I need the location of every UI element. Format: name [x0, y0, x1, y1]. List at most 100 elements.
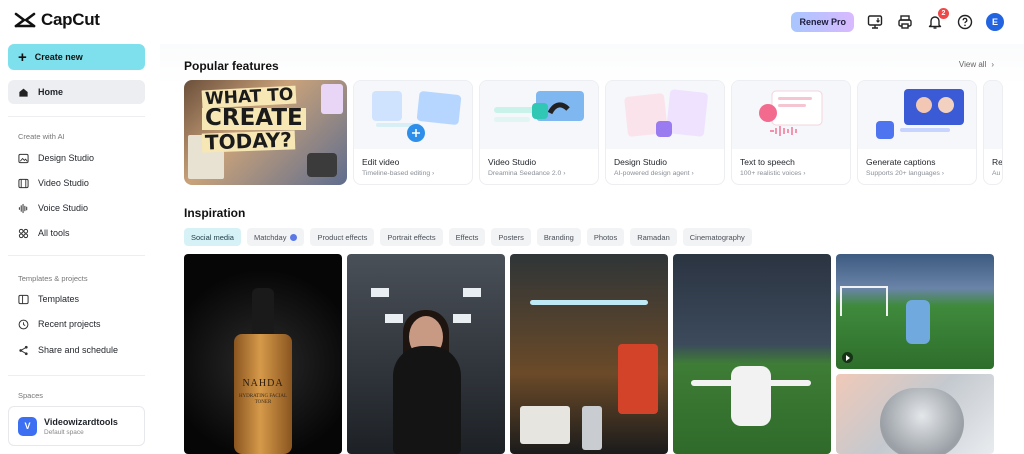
chip-product-effects[interactable]: Product effects [310, 228, 375, 246]
feature-card-partial[interactable]: Re Au [983, 80, 1003, 185]
sidebar-item-design-studio[interactable]: Design Studio [8, 147, 145, 169]
feature-name: Re [992, 157, 1003, 167]
sidebar-item-share-schedule[interactable]: Share and schedule [8, 339, 145, 361]
view-all-link[interactable]: View all › [959, 60, 994, 69]
player [691, 366, 811, 426]
divider [8, 116, 145, 117]
inspiration-tile-locker-room[interactable] [510, 254, 668, 454]
feature-subtitle: Supports 20+ languages › [866, 170, 945, 177]
generate-captions-illustration [858, 81, 976, 149]
can-top [880, 388, 964, 454]
help-icon[interactable] [956, 13, 974, 31]
player-arm [765, 380, 811, 386]
space-card[interactable]: V Videowizardtools Default space [8, 406, 145, 446]
feature-card-text-to-speech[interactable]: Text to speech 100+ realistic voices › [731, 80, 851, 185]
user-avatar[interactable]: E [986, 13, 1004, 31]
feature-card-edit-video[interactable]: Edit video Timeline-based editing › [353, 80, 473, 185]
chip-posters[interactable]: Posters [491, 228, 531, 246]
sidebar-item-label: Recent projects [38, 319, 101, 329]
inspiration-tile-goalkeeper[interactable] [836, 254, 994, 369]
section-title-create-with-ai: Create with AI [18, 132, 65, 141]
chip-effects[interactable]: Effects [448, 228, 486, 246]
sidebar-item-label: Design Studio [38, 153, 95, 163]
feature-subtitle: Timeline-based editing › [362, 170, 435, 177]
chip-social-media[interactable]: Social media [184, 228, 241, 246]
feature-subtitle: 100+ realistic voices › [740, 170, 806, 177]
towels [520, 406, 570, 444]
bottle-subtitle: HYDRATING FACIAL TONER [238, 394, 288, 405]
film-icon [18, 178, 29, 188]
banner-line-1: WHAT TO [201, 85, 297, 109]
edit-video-illustration [354, 81, 472, 149]
create-new-button[interactable]: + Create new [8, 44, 145, 70]
space-name: Videowizardtools [44, 416, 118, 427]
person-suit [393, 346, 461, 454]
sidebar-item-recent-projects[interactable]: Recent projects [8, 313, 145, 335]
inspiration-tile-football-celebration[interactable] [673, 254, 831, 454]
text-to-speech-illustration [732, 81, 850, 149]
sidebar-item-label: All tools [38, 228, 70, 238]
sidebar-item-video-studio[interactable]: Video Studio [8, 172, 145, 194]
matchday-badge-icon [290, 233, 298, 241]
sidebar-item-label: Home [38, 87, 64, 97]
printer-icon[interactable] [896, 13, 914, 31]
bottle-dropper [252, 288, 274, 338]
sidebar-item-label: Video Studio [38, 178, 89, 188]
sidebar-item-voice-studio[interactable]: Voice Studio [8, 197, 145, 219]
feature-name: Generate captions [866, 157, 936, 167]
feature-carousel: WHAT TO CREATE TODAY? Edit video Timelin… [184, 80, 1003, 185]
sidebar-item-label: Voice Studio [38, 203, 89, 213]
goal-frame [840, 286, 888, 316]
template-icon [18, 294, 29, 304]
feature-card-design-studio[interactable]: Design Studio AI-powered design agent › [605, 80, 725, 185]
design-studio-illustration [606, 81, 724, 149]
feature-card-video-studio[interactable]: Video Studio Dreamina Seedance 2.0 › [479, 80, 599, 185]
ceiling-light [371, 288, 389, 297]
feature-name: Edit video [362, 157, 400, 167]
feature-name: Design Studio [614, 157, 667, 167]
banner-headline: WHAT TO CREATE TODAY? [201, 85, 332, 154]
plus-icon: + [18, 48, 27, 66]
feature-card-generate-captions[interactable]: Generate captions Supports 20+ languages… [857, 80, 977, 185]
sidebar: + Create new Home Create with AI Design … [0, 44, 160, 451]
divider [8, 375, 145, 376]
clock-icon [18, 319, 29, 329]
chip-branding[interactable]: Branding [536, 228, 581, 246]
divider [8, 255, 145, 256]
chip-matchday[interactable]: Matchday [246, 228, 305, 246]
notification-badge: 2 [938, 8, 949, 19]
inspiration-title: Inspiration [184, 206, 246, 220]
sidebar-item-templates[interactable]: Templates [8, 288, 145, 310]
capcut-logo[interactable]: CapCut [14, 10, 100, 30]
create-new-label: Create new [34, 52, 83, 62]
share-icon [19, 345, 28, 355]
player-arm [691, 380, 737, 386]
feature-name: Video Studio [488, 157, 537, 167]
bottle-label: NAHDA [242, 378, 284, 389]
inspiration-grid: NAHDA HYDRATING FACIAL TONER [184, 254, 994, 454]
inspiration-filter-chips: Social media Matchday Product effects Po… [184, 228, 752, 246]
monitor-download-icon[interactable] [866, 13, 884, 31]
ceiling-light [385, 314, 403, 323]
what-to-create-banner[interactable]: WHAT TO CREATE TODAY? [184, 80, 347, 185]
inspiration-tile-toner-bottle[interactable]: NAHDA HYDRATING FACIAL TONER [184, 254, 342, 454]
sidebar-item-label: Share and schedule [38, 345, 119, 355]
chip-portrait-effects[interactable]: Portrait effects [380, 228, 443, 246]
chip-label: Matchday [253, 232, 287, 242]
sidebar-item-home[interactable]: Home [8, 80, 145, 104]
video-studio-illustration [480, 81, 598, 149]
sidebar-item-all-tools[interactable]: All tools [8, 222, 145, 244]
play-icon [842, 352, 853, 363]
section-title-templates-projects: Templates & projects [18, 274, 88, 283]
inspiration-tile-soda-can[interactable] [836, 374, 994, 454]
chip-cinematography[interactable]: Cinematography [682, 228, 752, 246]
section-title-spaces: Spaces [18, 391, 44, 400]
chip-photos[interactable]: Photos [586, 228, 625, 246]
chip-ramadan[interactable]: Ramadan [630, 228, 677, 246]
view-all-label: View all [958, 60, 987, 69]
renew-pro-button[interactable]: Renew Pro [791, 12, 854, 32]
bell-icon[interactable]: 2 [926, 8, 949, 31]
chevron-right-icon: › [991, 60, 994, 69]
inspiration-tile-office-selfie[interactable] [347, 254, 505, 454]
feature-subtitle: AI-powered design agent › [614, 170, 694, 177]
